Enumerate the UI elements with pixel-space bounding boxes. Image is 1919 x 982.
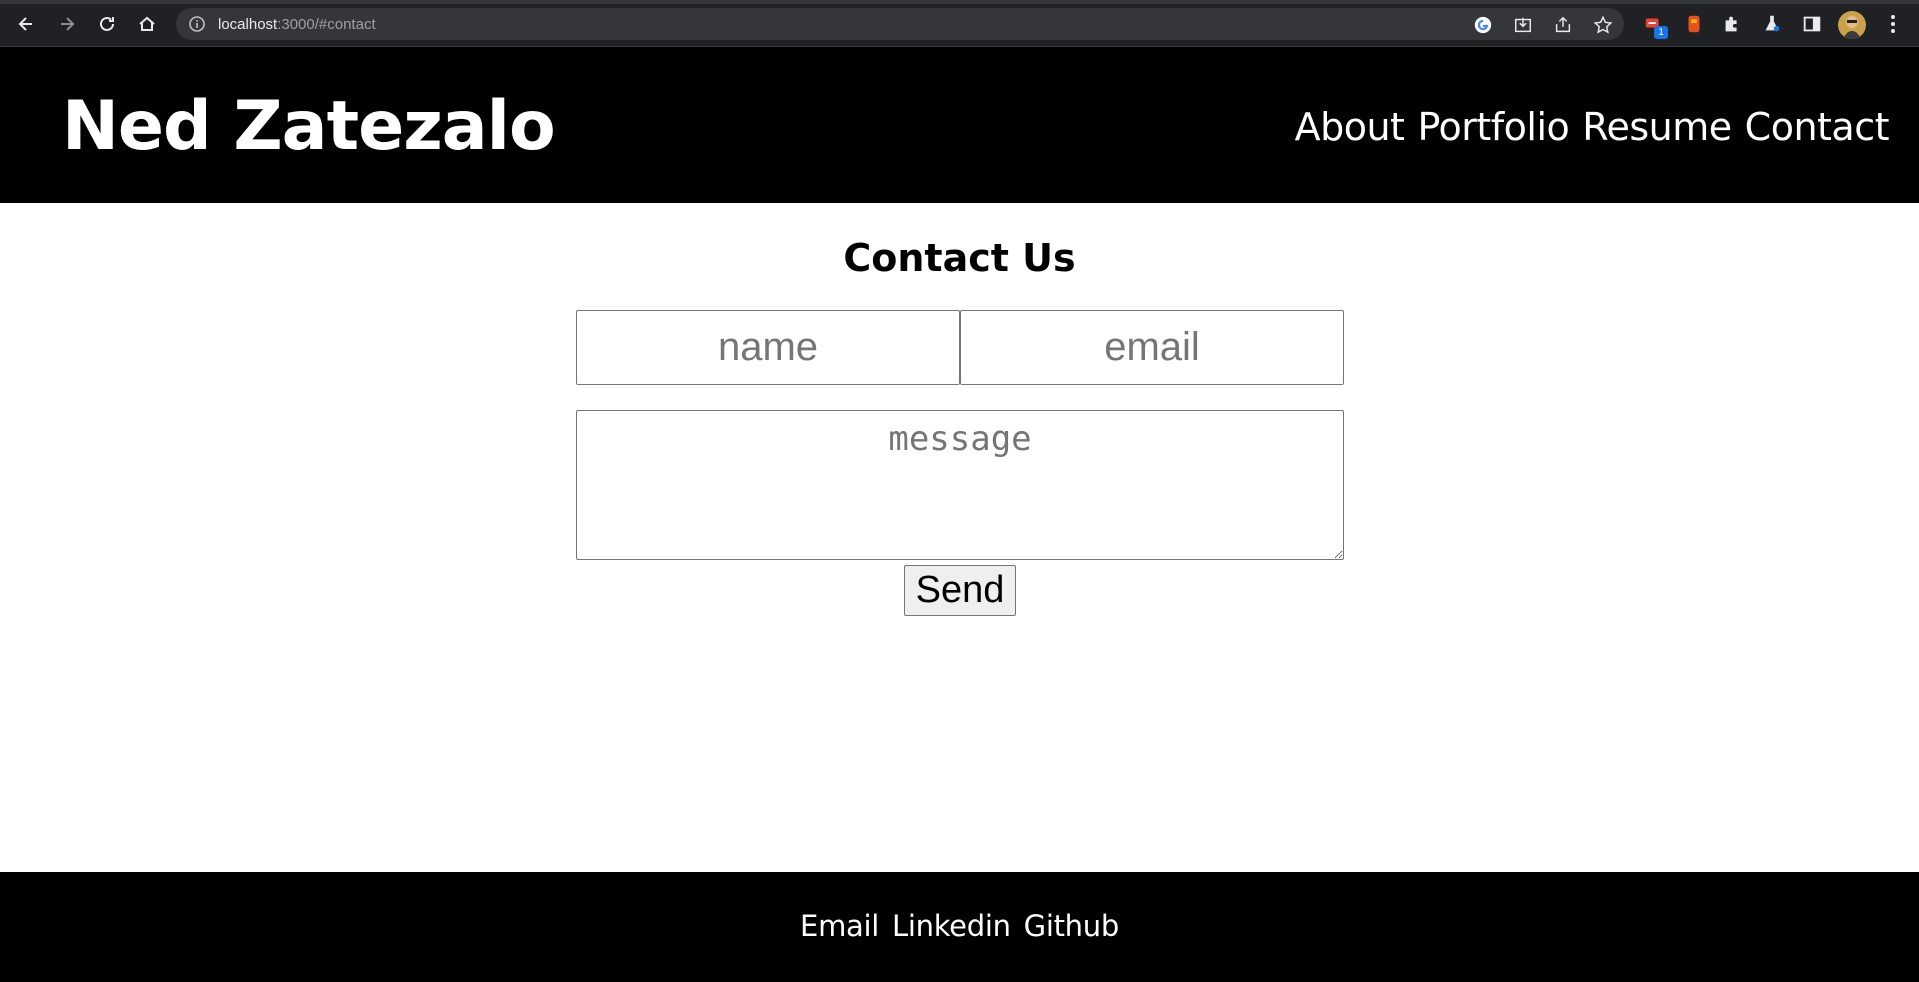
- footer-link-linkedin[interactable]: Linkedin: [892, 908, 1011, 944]
- main-nav: About Portfolio Resume Contact: [1295, 105, 1890, 149]
- puzzle-icon[interactable]: [1720, 12, 1744, 36]
- home-icon: [139, 16, 155, 31]
- back-button[interactable]: [12, 10, 40, 38]
- bookmark-star-icon[interactable]: [1592, 14, 1614, 36]
- footer-link-email[interactable]: Email: [800, 908, 879, 944]
- menu-icon[interactable]: [1883, 12, 1903, 36]
- forward-button[interactable]: [53, 10, 81, 38]
- site-info-icon[interactable]: [188, 15, 206, 33]
- message-textarea[interactable]: [576, 410, 1344, 560]
- nav-resume[interactable]: Resume: [1582, 105, 1732, 149]
- avatar[interactable]: [1838, 11, 1866, 39]
- back-icon: [18, 17, 32, 31]
- labs-icon[interactable]: [1760, 12, 1784, 36]
- side-panel-icon[interactable]: [1800, 12, 1824, 36]
- home-button[interactable]: [133, 10, 161, 38]
- google-icon[interactable]: [1472, 14, 1494, 36]
- browser-toolbar: localhost:3000/#contact 1: [0, 0, 1919, 47]
- reload-icon: [100, 16, 114, 31]
- footer-links: Email Linkedin Github: [0, 908, 1919, 944]
- site-title: Ned Zatezalo: [62, 87, 556, 166]
- share-icon[interactable]: [1552, 14, 1574, 36]
- extension-icon[interactable]: [1682, 12, 1706, 36]
- nav-portfolio[interactable]: Portfolio: [1417, 105, 1569, 149]
- extension-badge: 1: [1654, 26, 1668, 39]
- forward-icon: [61, 17, 75, 31]
- address-bar[interactable]: localhost:3000/#contact: [176, 8, 1624, 40]
- nav-contact[interactable]: Contact: [1745, 105, 1890, 149]
- site-header: Ned Zatezalo About Portfolio Resume Cont…: [0, 47, 1919, 203]
- extension-icon[interactable]: 1: [1642, 12, 1668, 39]
- email-input[interactable]: [960, 310, 1344, 385]
- footer-link-github[interactable]: Github: [1024, 908, 1120, 944]
- name-input[interactable]: [576, 310, 960, 385]
- send-button[interactable]: Send: [904, 565, 1016, 616]
- tab-strip-edge: [0, 0, 1919, 4]
- install-icon[interactable]: [1512, 14, 1534, 36]
- reload-button[interactable]: [93, 10, 121, 38]
- site-footer: Email Linkedin Github: [0, 872, 1919, 982]
- nav-about[interactable]: About: [1295, 105, 1405, 149]
- url-text: localhost:3000/#contact: [218, 16, 376, 33]
- contact-title: Contact Us: [843, 236, 1076, 280]
